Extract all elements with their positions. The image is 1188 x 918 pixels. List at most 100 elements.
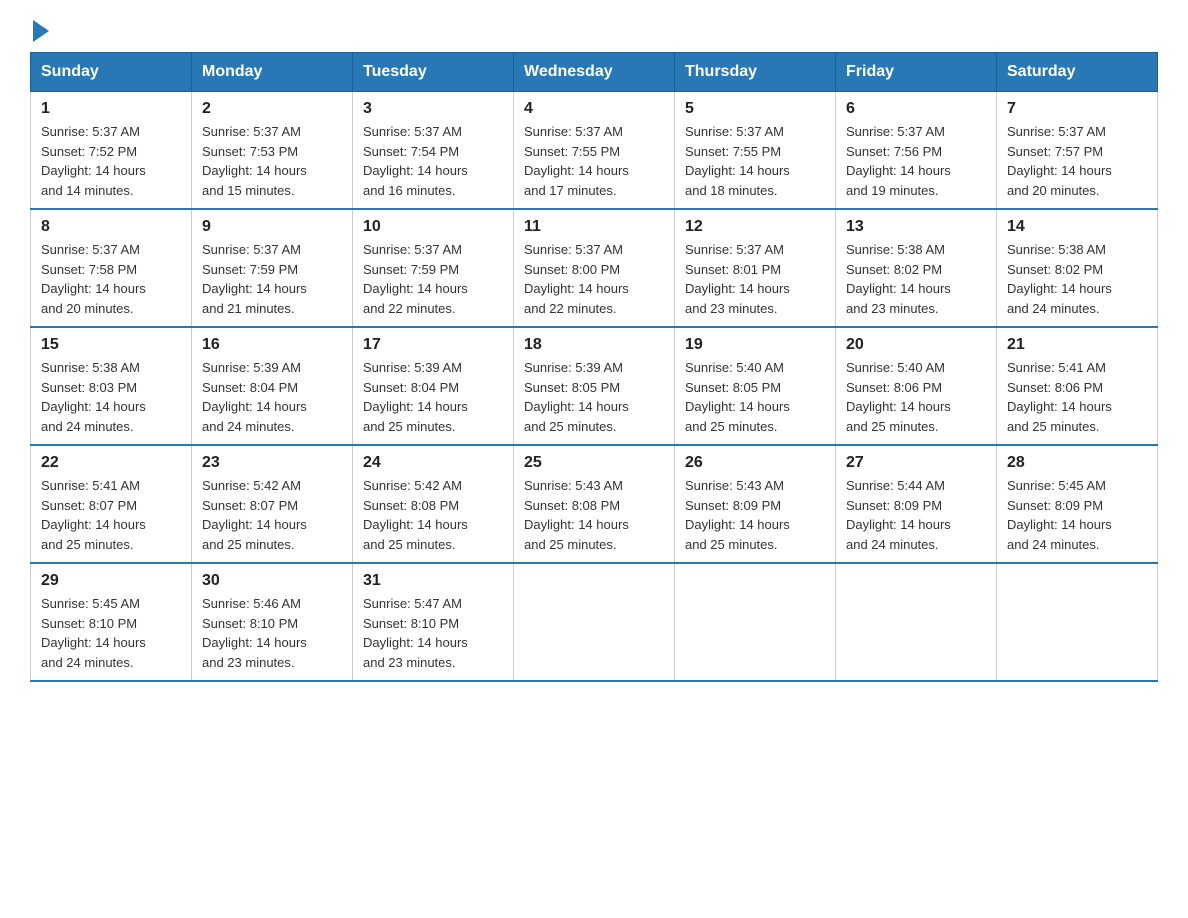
day-number: 3 <box>363 100 503 118</box>
calendar-cell: 3 Sunrise: 5:37 AM Sunset: 7:54 PM Dayli… <box>353 92 514 210</box>
day-info: Sunrise: 5:45 AM Sunset: 8:09 PM Dayligh… <box>1007 476 1147 554</box>
weekday-header-tuesday: Tuesday <box>353 53 514 92</box>
day-number: 26 <box>685 454 825 472</box>
calendar-cell: 17 Sunrise: 5:39 AM Sunset: 8:04 PM Dayl… <box>353 327 514 445</box>
day-number: 4 <box>524 100 664 118</box>
day-number: 12 <box>685 218 825 236</box>
day-info: Sunrise: 5:39 AM Sunset: 8:04 PM Dayligh… <box>363 358 503 436</box>
calendar-week-4: 22 Sunrise: 5:41 AM Sunset: 8:07 PM Dayl… <box>31 445 1158 563</box>
weekday-header-saturday: Saturday <box>997 53 1158 92</box>
page-header <box>30 20 1158 42</box>
calendar-cell: 11 Sunrise: 5:37 AM Sunset: 8:00 PM Dayl… <box>514 209 675 327</box>
calendar-cell: 10 Sunrise: 5:37 AM Sunset: 7:59 PM Dayl… <box>353 209 514 327</box>
day-number: 22 <box>41 454 181 472</box>
day-info: Sunrise: 5:40 AM Sunset: 8:06 PM Dayligh… <box>846 358 986 436</box>
calendar-week-2: 8 Sunrise: 5:37 AM Sunset: 7:58 PM Dayli… <box>31 209 1158 327</box>
calendar-cell: 18 Sunrise: 5:39 AM Sunset: 8:05 PM Dayl… <box>514 327 675 445</box>
calendar-cell: 22 Sunrise: 5:41 AM Sunset: 8:07 PM Dayl… <box>31 445 192 563</box>
day-info: Sunrise: 5:37 AM Sunset: 8:00 PM Dayligh… <box>524 240 664 318</box>
calendar-cell: 26 Sunrise: 5:43 AM Sunset: 8:09 PM Dayl… <box>675 445 836 563</box>
day-number: 7 <box>1007 100 1147 118</box>
weekday-header-monday: Monday <box>192 53 353 92</box>
day-info: Sunrise: 5:47 AM Sunset: 8:10 PM Dayligh… <box>363 594 503 672</box>
calendar-cell <box>675 563 836 681</box>
day-number: 11 <box>524 218 664 236</box>
day-number: 10 <box>363 218 503 236</box>
day-info: Sunrise: 5:44 AM Sunset: 8:09 PM Dayligh… <box>846 476 986 554</box>
day-info: Sunrise: 5:37 AM Sunset: 7:58 PM Dayligh… <box>41 240 181 318</box>
calendar-table: SundayMondayTuesdayWednesdayThursdayFrid… <box>30 52 1158 682</box>
calendar-cell <box>514 563 675 681</box>
day-info: Sunrise: 5:37 AM Sunset: 7:54 PM Dayligh… <box>363 122 503 200</box>
day-number: 6 <box>846 100 986 118</box>
weekday-header-sunday: Sunday <box>31 53 192 92</box>
day-info: Sunrise: 5:37 AM Sunset: 7:59 PM Dayligh… <box>363 240 503 318</box>
calendar-cell: 5 Sunrise: 5:37 AM Sunset: 7:55 PM Dayli… <box>675 92 836 210</box>
calendar-cell: 30 Sunrise: 5:46 AM Sunset: 8:10 PM Dayl… <box>192 563 353 681</box>
calendar-cell <box>997 563 1158 681</box>
day-number: 8 <box>41 218 181 236</box>
weekday-header-wednesday: Wednesday <box>514 53 675 92</box>
day-number: 16 <box>202 336 342 354</box>
calendar-cell <box>836 563 997 681</box>
day-number: 31 <box>363 572 503 590</box>
day-number: 20 <box>846 336 986 354</box>
day-info: Sunrise: 5:39 AM Sunset: 8:04 PM Dayligh… <box>202 358 342 436</box>
calendar-cell: 2 Sunrise: 5:37 AM Sunset: 7:53 PM Dayli… <box>192 92 353 210</box>
day-info: Sunrise: 5:39 AM Sunset: 8:05 PM Dayligh… <box>524 358 664 436</box>
day-info: Sunrise: 5:37 AM Sunset: 7:55 PM Dayligh… <box>524 122 664 200</box>
calendar-cell: 31 Sunrise: 5:47 AM Sunset: 8:10 PM Dayl… <box>353 563 514 681</box>
logo <box>30 20 49 42</box>
day-number: 30 <box>202 572 342 590</box>
calendar-cell: 19 Sunrise: 5:40 AM Sunset: 8:05 PM Dayl… <box>675 327 836 445</box>
calendar-cell: 7 Sunrise: 5:37 AM Sunset: 7:57 PM Dayli… <box>997 92 1158 210</box>
weekday-header-row: SundayMondayTuesdayWednesdayThursdayFrid… <box>31 53 1158 92</box>
day-number: 23 <box>202 454 342 472</box>
day-info: Sunrise: 5:37 AM Sunset: 7:57 PM Dayligh… <box>1007 122 1147 200</box>
day-number: 25 <box>524 454 664 472</box>
calendar-week-1: 1 Sunrise: 5:37 AM Sunset: 7:52 PM Dayli… <box>31 92 1158 210</box>
day-info: Sunrise: 5:41 AM Sunset: 8:06 PM Dayligh… <box>1007 358 1147 436</box>
calendar-body: 1 Sunrise: 5:37 AM Sunset: 7:52 PM Dayli… <box>31 92 1158 682</box>
calendar-cell: 15 Sunrise: 5:38 AM Sunset: 8:03 PM Dayl… <box>31 327 192 445</box>
day-number: 17 <box>363 336 503 354</box>
day-info: Sunrise: 5:38 AM Sunset: 8:02 PM Dayligh… <box>1007 240 1147 318</box>
day-number: 9 <box>202 218 342 236</box>
calendar-cell: 16 Sunrise: 5:39 AM Sunset: 8:04 PM Dayl… <box>192 327 353 445</box>
calendar-cell: 13 Sunrise: 5:38 AM Sunset: 8:02 PM Dayl… <box>836 209 997 327</box>
day-info: Sunrise: 5:46 AM Sunset: 8:10 PM Dayligh… <box>202 594 342 672</box>
day-number: 13 <box>846 218 986 236</box>
day-info: Sunrise: 5:37 AM Sunset: 7:59 PM Dayligh… <box>202 240 342 318</box>
calendar-header: SundayMondayTuesdayWednesdayThursdayFrid… <box>31 53 1158 92</box>
calendar-cell: 9 Sunrise: 5:37 AM Sunset: 7:59 PM Dayli… <box>192 209 353 327</box>
day-info: Sunrise: 5:37 AM Sunset: 7:55 PM Dayligh… <box>685 122 825 200</box>
day-info: Sunrise: 5:42 AM Sunset: 8:07 PM Dayligh… <box>202 476 342 554</box>
day-number: 21 <box>1007 336 1147 354</box>
calendar-week-5: 29 Sunrise: 5:45 AM Sunset: 8:10 PM Dayl… <box>31 563 1158 681</box>
day-info: Sunrise: 5:38 AM Sunset: 8:02 PM Dayligh… <box>846 240 986 318</box>
day-number: 18 <box>524 336 664 354</box>
day-number: 2 <box>202 100 342 118</box>
logo-arrow-icon <box>33 20 49 42</box>
calendar-cell: 23 Sunrise: 5:42 AM Sunset: 8:07 PM Dayl… <box>192 445 353 563</box>
weekday-header-friday: Friday <box>836 53 997 92</box>
calendar-cell: 21 Sunrise: 5:41 AM Sunset: 8:06 PM Dayl… <box>997 327 1158 445</box>
day-number: 5 <box>685 100 825 118</box>
calendar-cell: 1 Sunrise: 5:37 AM Sunset: 7:52 PM Dayli… <box>31 92 192 210</box>
day-info: Sunrise: 5:43 AM Sunset: 8:09 PM Dayligh… <box>685 476 825 554</box>
calendar-cell: 24 Sunrise: 5:42 AM Sunset: 8:08 PM Dayl… <box>353 445 514 563</box>
day-number: 24 <box>363 454 503 472</box>
calendar-cell: 8 Sunrise: 5:37 AM Sunset: 7:58 PM Dayli… <box>31 209 192 327</box>
day-info: Sunrise: 5:38 AM Sunset: 8:03 PM Dayligh… <box>41 358 181 436</box>
day-number: 29 <box>41 572 181 590</box>
day-number: 15 <box>41 336 181 354</box>
calendar-cell: 28 Sunrise: 5:45 AM Sunset: 8:09 PM Dayl… <box>997 445 1158 563</box>
calendar-cell: 12 Sunrise: 5:37 AM Sunset: 8:01 PM Dayl… <box>675 209 836 327</box>
day-info: Sunrise: 5:45 AM Sunset: 8:10 PM Dayligh… <box>41 594 181 672</box>
day-info: Sunrise: 5:42 AM Sunset: 8:08 PM Dayligh… <box>363 476 503 554</box>
day-number: 1 <box>41 100 181 118</box>
calendar-cell: 27 Sunrise: 5:44 AM Sunset: 8:09 PM Dayl… <box>836 445 997 563</box>
weekday-header-thursday: Thursday <box>675 53 836 92</box>
calendar-cell: 4 Sunrise: 5:37 AM Sunset: 7:55 PM Dayli… <box>514 92 675 210</box>
calendar-cell: 25 Sunrise: 5:43 AM Sunset: 8:08 PM Dayl… <box>514 445 675 563</box>
